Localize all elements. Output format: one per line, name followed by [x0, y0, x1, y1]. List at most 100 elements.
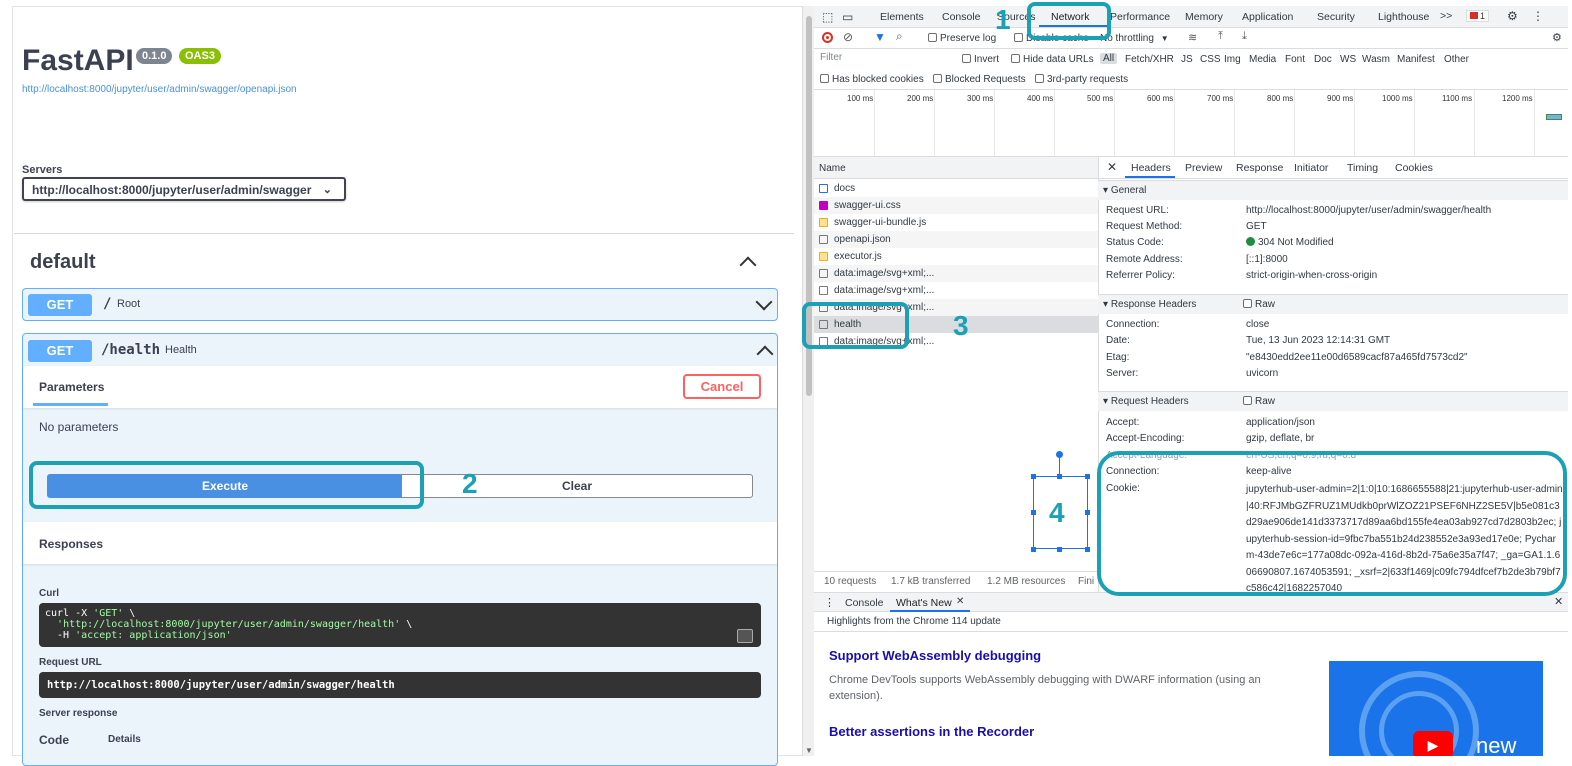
- tab-memory[interactable]: Memory: [1185, 11, 1223, 23]
- rotation-handle[interactable]: [1056, 451, 1063, 458]
- devtools-tabbar: ⬚ ▭ Elements Console Sources Network Per…: [814, 6, 1568, 28]
- type-filter-js[interactable]: JS: [1181, 54, 1193, 65]
- filter-input[interactable]: Filter: [820, 52, 950, 67]
- request-row[interactable]: data:image/svg+xml;...: [814, 282, 1098, 299]
- tab-headers[interactable]: Headers: [1131, 162, 1171, 174]
- type-filter-media[interactable]: Media: [1249, 54, 1276, 65]
- method-badge[interactable]: GET: [28, 340, 92, 362]
- resize-handle[interactable]: [1085, 474, 1090, 479]
- record-icon[interactable]: [822, 32, 833, 43]
- copy-icon[interactable]: [737, 629, 753, 643]
- video-thumbnail[interactable]: ▶ new: [1329, 661, 1543, 756]
- resize-handle[interactable]: [1085, 547, 1090, 552]
- request-url-block[interactable]: http://localhost:8000/jupyter/user/admin…: [39, 672, 761, 698]
- request-row[interactable]: data:image/svg+xml;...: [814, 265, 1098, 282]
- blocked-requests-checkbox[interactable]: Blocked Requests: [933, 74, 1026, 85]
- clear-button[interactable]: Clear: [401, 474, 753, 498]
- chevron-down-icon[interactable]: [755, 293, 773, 311]
- import-har-icon[interactable]: ⤒: [1218, 30, 1223, 43]
- type-filter-all[interactable]: All: [1100, 53, 1118, 64]
- search-icon[interactable]: ⌕: [896, 29, 903, 44]
- page-scrollbar[interactable]: ▼: [802, 6, 814, 756]
- name-column-header[interactable]: Name: [819, 163, 846, 174]
- request-row[interactable]: executor.js: [814, 248, 1098, 265]
- type-filter-font[interactable]: Font: [1285, 54, 1305, 65]
- tab-application[interactable]: Application: [1242, 11, 1293, 23]
- type-filter-fetch[interactable]: Fetch/XHR: [1125, 54, 1174, 65]
- settings-gear-icon[interactable]: ⚙: [1507, 9, 1518, 23]
- close-icon[interactable]: ✕: [956, 596, 964, 607]
- more-tabs-button[interactable]: >>: [1440, 10, 1452, 22]
- openapi-link[interactable]: http://localhost:8000/jupyter/user/admin…: [22, 84, 297, 95]
- endpoint-path[interactable]: /health: [101, 342, 160, 358]
- network-settings-icon[interactable]: ⚙: [1552, 31, 1562, 44]
- third-party-checkbox[interactable]: 3rd-party requests: [1035, 74, 1128, 85]
- request-row[interactable]: openapi.json: [814, 231, 1098, 248]
- request-headers-section-header[interactable]: ▾ Request Headers Raw: [1098, 391, 1568, 411]
- device-toolbar-icon[interactable]: ▭: [842, 10, 853, 24]
- error-badge[interactable]: 1: [1466, 10, 1490, 22]
- resize-handle[interactable]: [1057, 474, 1062, 479]
- raw-checkbox[interactable]: Raw: [1243, 392, 1275, 411]
- type-filter-img[interactable]: Img: [1224, 54, 1241, 65]
- header-key: Request URL:: [1106, 205, 1169, 216]
- network-conditions-icon[interactable]: ≋: [1188, 31, 1197, 44]
- news-link[interactable]: Better assertions in the Recorder: [829, 724, 1034, 739]
- tab-security[interactable]: Security: [1317, 11, 1355, 23]
- error-count: 1: [1480, 11, 1486, 21]
- resize-handle[interactable]: [1031, 474, 1036, 479]
- has-blocked-cookies-label: Has blocked cookies: [832, 74, 924, 85]
- has-blocked-cookies-checkbox[interactable]: Has blocked cookies: [820, 74, 924, 85]
- close-drawer-icon[interactable]: ✕: [1554, 595, 1563, 608]
- type-filter-css[interactable]: CSS: [1200, 54, 1221, 65]
- news-link[interactable]: Support WebAssembly debugging: [829, 648, 1041, 663]
- cancel-button[interactable]: Cancel: [683, 374, 761, 399]
- section-title[interactable]: default: [30, 251, 96, 274]
- type-filter-manifest[interactable]: Manifest: [1397, 54, 1435, 65]
- endpoint-root[interactable]: GET / Root: [22, 288, 778, 321]
- tab-preview[interactable]: Preview: [1185, 162, 1222, 174]
- kebab-menu-icon[interactable]: ⋮: [1532, 9, 1544, 23]
- hide-data-urls-checkbox[interactable]: Hide data URLs: [1011, 54, 1094, 65]
- chevron-up-icon[interactable]: [756, 345, 774, 363]
- tab-cookies[interactable]: Cookies: [1395, 162, 1433, 174]
- drawer-tab-console[interactable]: Console: [845, 597, 884, 609]
- curl-code-block[interactable]: curl -X 'GET' \ 'http://localhost:8000/j…: [39, 603, 761, 647]
- resize-handle[interactable]: [1031, 510, 1036, 515]
- tab-response[interactable]: Response: [1236, 162, 1283, 174]
- request-row[interactable]: docs: [814, 180, 1098, 197]
- type-filter-ws[interactable]: WS: [1340, 54, 1356, 65]
- tab-console[interactable]: Console: [942, 11, 981, 23]
- type-filter-wasm[interactable]: Wasm: [1362, 54, 1390, 65]
- scroll-down-icon[interactable]: ▼: [805, 746, 813, 755]
- type-filter-other[interactable]: Other: [1444, 54, 1469, 65]
- request-row[interactable]: swagger-ui.css: [814, 197, 1098, 214]
- export-har-icon[interactable]: ⤓: [1242, 30, 1247, 43]
- filter-funnel-icon[interactable]: ▼: [874, 30, 886, 44]
- tab-initiator[interactable]: Initiator: [1294, 162, 1328, 174]
- general-section-header[interactable]: ▾ General: [1098, 180, 1568, 200]
- preserve-log-checkbox[interactable]: Preserve log: [928, 33, 996, 44]
- resize-handle[interactable]: [1085, 510, 1090, 515]
- servers-label: Servers: [22, 164, 63, 176]
- clear-log-icon[interactable]: ⊘: [843, 30, 853, 44]
- play-icon[interactable]: ▶: [1413, 731, 1453, 756]
- raw-checkbox[interactable]: Raw: [1243, 295, 1275, 314]
- resize-handle[interactable]: [1031, 547, 1036, 552]
- tab-lighthouse[interactable]: Lighthouse: [1378, 11, 1429, 23]
- server-select[interactable]: http://localhost:8000/jupyter/user/admin…: [22, 177, 346, 201]
- header-value: "e8430edd2ee11e00d6589cacf87a465fd7573cd…: [1246, 352, 1468, 363]
- tab-timing[interactable]: Timing: [1347, 162, 1378, 174]
- type-filter-doc[interactable]: Doc: [1314, 54, 1332, 65]
- response-headers-section-header[interactable]: ▾ Response Headers Raw: [1098, 294, 1568, 314]
- resize-handle[interactable]: [1057, 547, 1062, 552]
- inspect-icon[interactable]: ⬚: [822, 10, 833, 24]
- request-row[interactable]: swagger-ui-bundle.js: [814, 214, 1098, 231]
- close-icon[interactable]: ✕: [1107, 160, 1117, 174]
- drawer-tab-whats-new[interactable]: What's New: [896, 597, 952, 609]
- chevron-up-icon[interactable]: [739, 256, 757, 274]
- drawer-menu-icon[interactable]: ⋮: [824, 596, 835, 609]
- invert-checkbox[interactable]: Invert: [962, 54, 999, 65]
- tab-elements[interactable]: Elements: [880, 11, 924, 23]
- tab-performance[interactable]: Performance: [1110, 11, 1170, 23]
